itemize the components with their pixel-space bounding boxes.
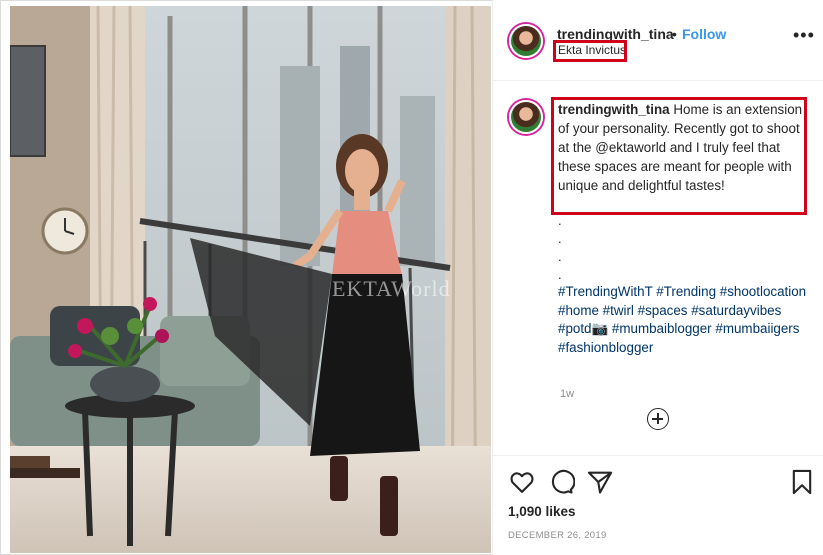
post-date[interactable]: DECEMBER 26, 2019 xyxy=(508,530,607,541)
comment-age: 1w xyxy=(560,388,575,400)
follow-button[interactable]: Follow xyxy=(682,26,726,42)
header-divider xyxy=(492,80,823,81)
caption-avatar[interactable] xyxy=(509,100,543,134)
comment-icon[interactable] xyxy=(547,468,575,496)
caption-dots: . . . . xyxy=(558,212,562,284)
caption-dot: . xyxy=(558,231,562,246)
more-options-icon[interactable]: ••• xyxy=(793,26,815,44)
actions-divider xyxy=(492,455,823,456)
share-icon[interactable] xyxy=(586,468,614,496)
hashtags[interactable]: #TrendingWithT #Trending #shootlocation … xyxy=(558,283,808,357)
caption-highlight-box xyxy=(551,97,807,215)
bookmark-icon[interactable] xyxy=(788,468,816,496)
avatar-image xyxy=(511,26,541,56)
likes-count[interactable]: 1,090 likes xyxy=(508,504,576,519)
photo-watermark: EKTAWorld xyxy=(332,276,451,301)
heart-icon[interactable] xyxy=(508,468,536,496)
author-avatar[interactable] xyxy=(509,24,543,58)
header-separator: • xyxy=(672,26,677,42)
location-highlight-box xyxy=(553,40,627,62)
post-photo[interactable]: EKTAWorld xyxy=(10,6,491,553)
caption-dot: . xyxy=(558,267,562,282)
avatar-image xyxy=(511,102,541,132)
caption-dot: . xyxy=(558,249,562,264)
caption-dot: . xyxy=(558,213,562,228)
plus-circle-icon[interactable] xyxy=(647,408,669,430)
post-side-panel xyxy=(492,0,823,555)
